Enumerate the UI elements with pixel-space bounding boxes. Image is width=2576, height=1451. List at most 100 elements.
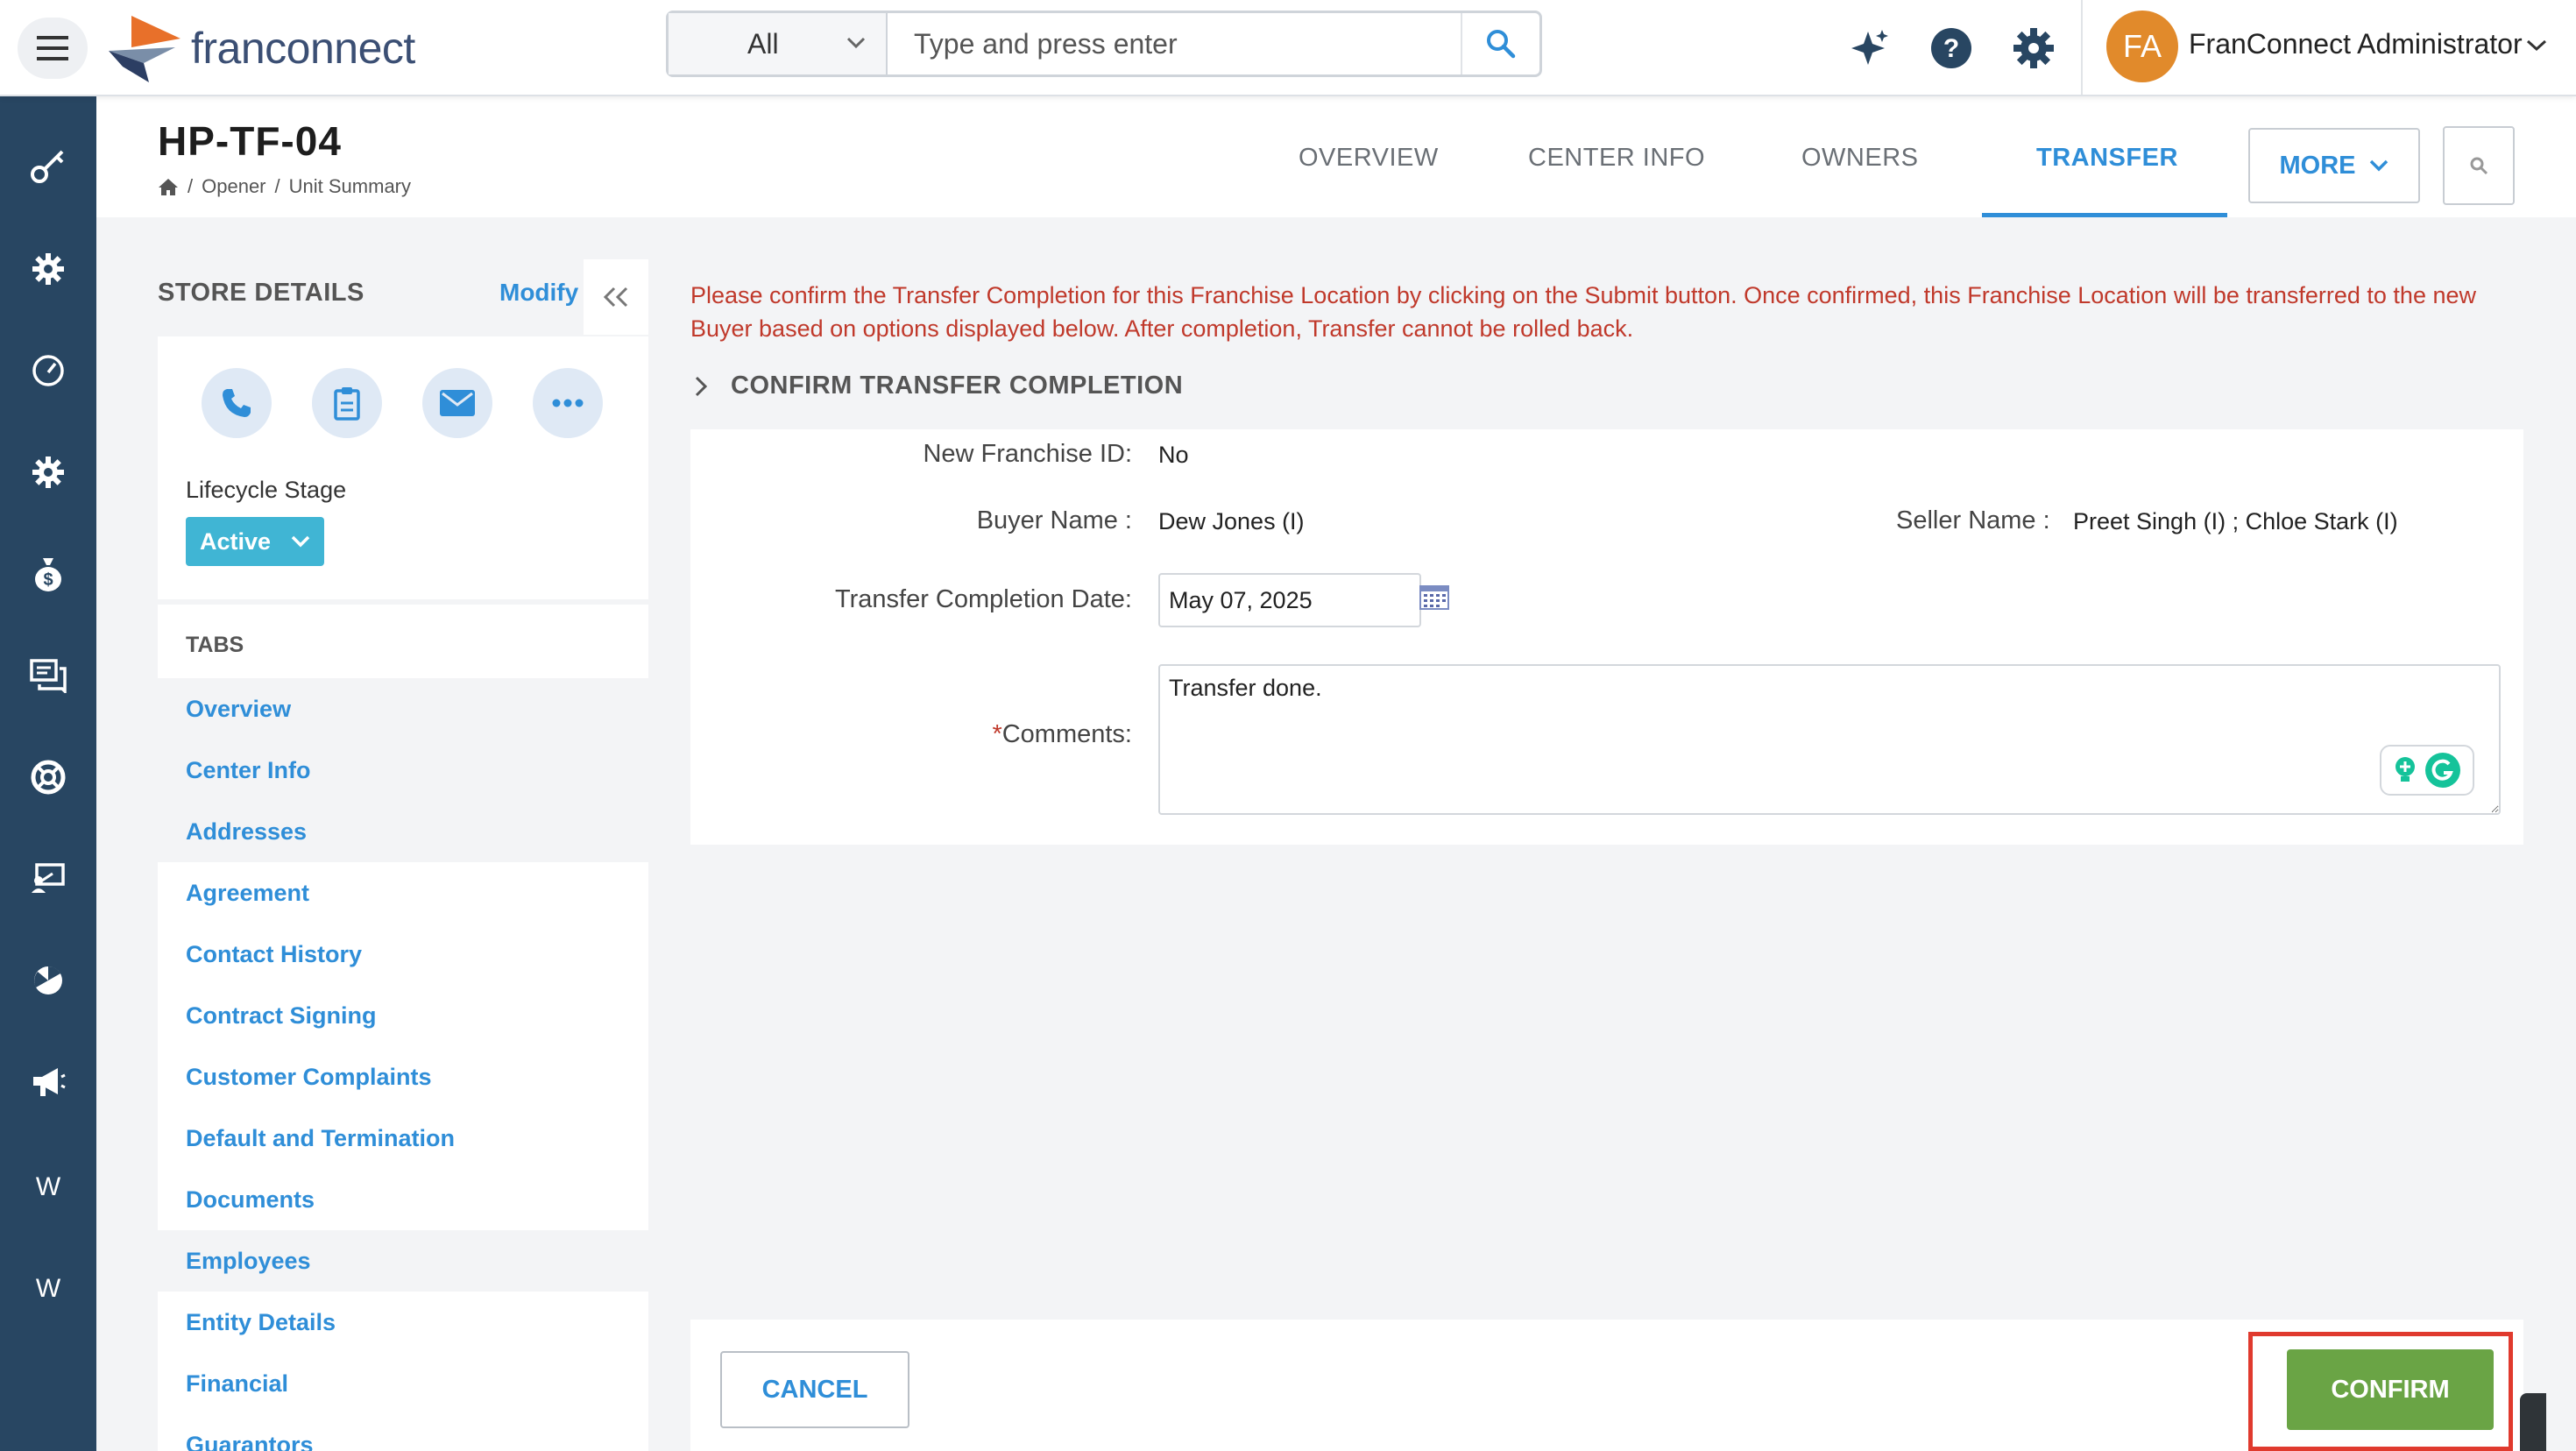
nav-w-item[interactable]: W xyxy=(26,1267,70,1311)
grammarly-icon xyxy=(2425,753,2460,788)
topbar-divider xyxy=(2081,0,2083,95)
confirm-button[interactable]: CONFIRM xyxy=(2287,1349,2494,1430)
search-button[interactable] xyxy=(1461,13,1539,74)
new-franchise-id-value: No xyxy=(1158,442,1189,468)
email-button[interactable] xyxy=(422,368,492,438)
section-header[interactable]: CONFIRM TRANSFER COMPLETION xyxy=(694,372,1183,400)
list-item[interactable]: Agreement xyxy=(158,862,648,924)
modify-link[interactable]: Modify xyxy=(499,279,578,307)
tabs-heading: TABS xyxy=(186,633,244,657)
store-details-card: Lifecycle Stage Active xyxy=(158,336,648,599)
comments-label-text: Comments: xyxy=(1001,720,1132,748)
chevron-down-icon[interactable] xyxy=(2525,39,2548,53)
grammarly-widget[interactable] xyxy=(2380,745,2474,796)
seller-name-label: Seller Name : xyxy=(1896,506,2050,534)
search-category-value: All xyxy=(747,27,779,60)
tab-list: Overview Center Info Addresses Agreement… xyxy=(158,678,648,1451)
collapse-panel-button[interactable] xyxy=(584,259,648,335)
transfer-form: New Franchise ID: No Buyer Name : Dew Jo… xyxy=(690,429,2523,845)
list-item[interactable]: Addresses xyxy=(158,801,648,862)
user-name[interactable]: FranConnect Administrator xyxy=(2189,28,2523,60)
settings-gear-icon[interactable] xyxy=(2010,25,2057,72)
list-item[interactable]: Documents xyxy=(158,1169,648,1230)
clipboard-icon xyxy=(334,387,360,421)
tab-transfer[interactable]: TRANSFER xyxy=(2036,144,2178,173)
list-item[interactable]: Overview xyxy=(158,678,648,740)
svg-text:$: $ xyxy=(43,570,53,590)
chat-icon[interactable] xyxy=(26,654,70,697)
calendar-icon[interactable] xyxy=(1419,585,1449,610)
clipboard-button[interactable] xyxy=(312,368,382,438)
ellipsis-icon xyxy=(552,399,584,407)
buyer-name-value: Dew Jones (I) xyxy=(1158,508,1305,534)
search-icon xyxy=(1487,30,1516,59)
list-item[interactable]: Contact History xyxy=(158,924,648,985)
more-label: MORE xyxy=(2279,151,2356,180)
page-title: HP-TF-04 xyxy=(158,118,342,164)
mail-icon xyxy=(440,390,475,416)
help-icon[interactable]: ? xyxy=(1928,25,1975,72)
list-item[interactable]: Contract Signing xyxy=(158,985,648,1046)
key-icon[interactable] xyxy=(26,144,70,188)
list-item[interactable]: Entity Details xyxy=(158,1292,648,1353)
logo-text: franconnect xyxy=(191,24,415,73)
list-item[interactable]: Customer Complaints xyxy=(158,1046,648,1108)
money-bag-icon[interactable]: $ xyxy=(26,552,70,596)
breadcrumb-item[interactable]: Opener xyxy=(202,175,265,198)
nav-w-item[interactable]: W xyxy=(26,1165,70,1209)
list-item[interactable]: Default and Termination xyxy=(158,1108,648,1169)
more-actions-button[interactable] xyxy=(533,368,603,438)
seller-name-value: Preet Singh (I) ; Chloe Stark (I) xyxy=(2073,508,2398,534)
transfer-date-label: Transfer Completion Date: xyxy=(834,585,1132,613)
lifecycle-stage-select[interactable]: Active xyxy=(186,517,324,566)
transfer-date-input[interactable] xyxy=(1158,573,1421,627)
chevron-down-icon xyxy=(2369,159,2388,172)
search-icon xyxy=(2470,157,2488,175)
support-icon[interactable] xyxy=(26,755,70,799)
lifecycle-stage-label: Lifecycle Stage xyxy=(186,477,347,503)
svg-text:?: ? xyxy=(1943,34,1959,63)
top-bar: franconnect All ? FA FranConnect Adminis… xyxy=(0,0,2576,96)
list-item[interactable]: Center Info xyxy=(158,740,648,801)
lightbulb-icon xyxy=(2396,757,2415,782)
settings-icon[interactable] xyxy=(26,450,70,494)
transfer-notice: Please confirm the Transfer Completion f… xyxy=(690,282,2476,342)
dashboard-icon[interactable] xyxy=(26,349,70,393)
megaphone-icon[interactable] xyxy=(26,1060,70,1104)
gear-icon[interactable] xyxy=(26,247,70,291)
avatar[interactable]: FA xyxy=(2106,11,2178,82)
comments-textarea[interactable]: Transfer done. xyxy=(1158,664,2501,815)
search-category-select[interactable]: All xyxy=(669,13,888,74)
tab-search-button[interactable] xyxy=(2443,126,2515,205)
breadcrumb-item[interactable]: Unit Summary xyxy=(289,175,411,198)
tab-overview[interactable]: OVERVIEW xyxy=(1299,144,1439,173)
more-button[interactable]: MORE xyxy=(2248,128,2420,203)
section-title: CONFIRM TRANSFER COMPLETION xyxy=(731,372,1184,400)
comments-label: *Comments: xyxy=(992,720,1132,749)
chat-widget-tab[interactable] xyxy=(2520,1393,2546,1451)
training-icon[interactable] xyxy=(26,857,70,901)
franconnect-logo[interactable]: franconnect xyxy=(105,12,415,84)
buyer-name-label: Buyer Name : xyxy=(976,506,1132,534)
menu-icon[interactable] xyxy=(18,18,88,79)
global-search: All xyxy=(666,11,1542,77)
required-marker: * xyxy=(992,720,1002,748)
chevron-down-icon xyxy=(291,535,310,548)
cancel-button[interactable]: CANCEL xyxy=(720,1351,909,1428)
key-icon[interactable] xyxy=(26,96,70,140)
chevron-down-icon xyxy=(846,37,866,49)
phone-button[interactable] xyxy=(202,368,272,438)
list-item[interactable]: Employees xyxy=(158,1230,648,1292)
analytics-icon[interactable] xyxy=(26,959,70,1002)
tab-center-info[interactable]: CENTER INFO xyxy=(1528,144,1705,173)
search-input[interactable] xyxy=(888,13,1461,74)
sparkle-icon[interactable] xyxy=(1845,25,1893,72)
phone-icon xyxy=(223,389,251,417)
tab-owners[interactable]: OWNERS xyxy=(1801,144,1919,173)
home-icon[interactable] xyxy=(158,177,179,196)
new-franchise-id-label: New Franchise ID: xyxy=(923,440,1132,468)
list-item[interactable]: Financial xyxy=(158,1353,648,1414)
tabs-panel: TABS Overview Center Info Addresses Agre… xyxy=(158,605,648,1451)
list-item[interactable]: Guarantors xyxy=(158,1414,648,1451)
chevron-right-icon xyxy=(695,376,708,396)
